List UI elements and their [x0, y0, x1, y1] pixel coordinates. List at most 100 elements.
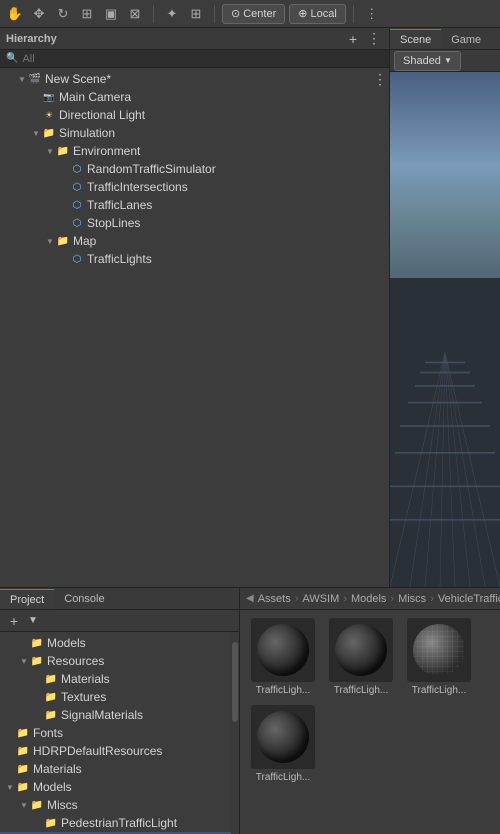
transform-all-icon[interactable]: ⊠	[124, 3, 146, 25]
hierarchy-menu-button[interactable]: ⋮	[365, 30, 383, 47]
fonts-label: Fonts	[33, 726, 63, 740]
project-item-textures[interactable]: 📁 Textures	[0, 688, 231, 706]
asset-breadcrumb: ◀ Assets › AWSIM › Models › Miscs › Vehi…	[240, 588, 500, 610]
rect-tool-icon[interactable]: ▣	[100, 3, 122, 25]
tree-item-main-camera[interactable]: 📷 Main Camera	[0, 88, 389, 106]
tree-arrow-map	[44, 235, 56, 247]
map-icon: 📁	[56, 234, 70, 248]
ptl-icon: 📁	[44, 816, 58, 830]
models-arrow	[4, 781, 16, 793]
asset-item-tl3[interactable]: TrafficLigh...	[404, 618, 474, 697]
sep-1: ›	[295, 593, 299, 605]
grid-icon[interactable]: ⊞	[185, 3, 207, 25]
hierarchy-search-input[interactable]	[22, 53, 383, 65]
textures-arrow	[32, 691, 44, 703]
tree-arrow-simulation	[30, 127, 42, 139]
local-button[interactable]: ⊕ Local	[289, 4, 346, 24]
bottom-section: Project Console + ▼ 📁 Models	[0, 588, 500, 834]
tree-item-traffic-lights[interactable]: ⬡ TrafficLights	[0, 250, 389, 268]
project-item-hdrp[interactable]: 📁 HDRPDefaultResources	[0, 742, 231, 760]
project-scrollbar	[231, 632, 239, 834]
sep-3: ›	[390, 593, 394, 605]
asset-thumb-tl3	[407, 618, 471, 682]
textures-icon: 📁	[44, 690, 58, 704]
tree-item-stop-lines[interactable]: ⬡ StopLines	[0, 214, 389, 232]
project-item-fonts[interactable]: 📁 Fonts	[0, 724, 231, 742]
tree-arrow-rts	[58, 163, 70, 175]
hdrp-arrow	[4, 745, 16, 757]
resources-icon: 📁	[30, 654, 44, 668]
tab-scene[interactable]: Scene	[390, 29, 441, 49]
asset-item-tl4[interactable]: TrafficLigh...	[248, 705, 318, 784]
move-tool-icon[interactable]: ✥	[28, 3, 50, 25]
sphere-mesh-icon-3	[413, 624, 465, 676]
project-arrow-icon: ▼	[26, 615, 40, 626]
materials2-label: Materials	[33, 762, 82, 776]
asset-thumb-tl1	[251, 618, 315, 682]
center-button[interactable]: ⊙ Center	[222, 4, 285, 24]
tree-item-map[interactable]: 📁 Map	[0, 232, 389, 250]
project-item-pedestrian-tl[interactable]: 📁 PedestrianTrafficLight	[0, 814, 231, 832]
tree-item-simulation[interactable]: 📁 Simulation	[0, 124, 389, 142]
asset-thumb-tl2	[329, 618, 393, 682]
hierarchy-header-right: + ⋮	[345, 30, 383, 47]
project-item-models[interactable]: 📁 Models	[0, 778, 231, 796]
tree-item-environment[interactable]: 📁 Environment	[0, 142, 389, 160]
tree-item-traffic-intersections[interactable]: ⬡ TrafficIntersections	[0, 178, 389, 196]
tree-arrow-environment	[44, 145, 56, 157]
shading-button[interactable]: Shaded ▼	[394, 51, 461, 71]
hierarchy-panel: Hierarchy + ⋮ 🔍 🎬 New Scene* ⋮	[0, 28, 390, 587]
project-item-models-root[interactable]: 📁 Models	[0, 634, 231, 652]
ti-label: TrafficIntersections	[87, 180, 188, 194]
project-item-miscs[interactable]: 📁 Miscs	[0, 796, 231, 814]
signal-materials-icon: 📁	[44, 708, 58, 722]
tab-project[interactable]: Project	[0, 589, 54, 609]
signal-materials-arrow	[32, 709, 44, 721]
asset-label-tl4: TrafficLigh...	[248, 772, 318, 784]
project-item-materials[interactable]: 📁 Materials	[0, 670, 231, 688]
light-icon: ☀	[42, 108, 56, 122]
hand-tool-icon[interactable]: ✋	[4, 3, 26, 25]
tab-console[interactable]: Console	[54, 589, 114, 609]
tree-item-traffic-lanes[interactable]: ⬡ TrafficLanes	[0, 196, 389, 214]
simulation-label: Simulation	[59, 126, 115, 140]
project-item-signal-materials[interactable]: 📁 SignalMaterials	[0, 706, 231, 724]
asset-label-tl2: TrafficLigh...	[326, 685, 396, 697]
scene-menu-button[interactable]: ⋮	[371, 71, 389, 88]
project-item-resources[interactable]: 📁 Resources	[0, 652, 231, 670]
breadcrumb-miscs[interactable]: Miscs	[398, 593, 426, 605]
miscs-arrow	[18, 799, 30, 811]
miscs-label: Miscs	[47, 798, 78, 812]
tree-arrow-tlights	[58, 253, 70, 265]
scale-tool-icon[interactable]: ⊞	[76, 3, 98, 25]
project-item-materials2[interactable]: 📁 Materials	[0, 760, 231, 778]
scene-view[interactable]	[390, 72, 500, 587]
tree-item-random-traffic[interactable]: ⬡ RandomTrafficSimulator	[0, 160, 389, 178]
resources-label: Resources	[47, 654, 104, 668]
top-toolbar: ✋ ✥ ↻ ⊞ ▣ ⊠ ✦ ⊞ ⊙ Center ⊕ Local ⋮	[0, 0, 500, 28]
tree-arrow-sl	[58, 217, 70, 229]
custom-tool-icon[interactable]: ✦	[161, 3, 183, 25]
breadcrumb-models[interactable]: Models	[351, 593, 386, 605]
materials2-icon: 📁	[16, 762, 30, 776]
project-toolbar: + ▼	[0, 610, 239, 632]
project-tabs: Project Console	[0, 588, 239, 610]
tree-item-new-scene[interactable]: 🎬 New Scene* ⋮	[0, 70, 389, 88]
asset-item-tl2[interactable]: TrafficLigh...	[326, 618, 396, 697]
breadcrumb-vehicle-traffic[interactable]: VehicleTraffic...	[438, 593, 500, 605]
ptl-arrow	[32, 817, 44, 829]
asset-item-tl1[interactable]: TrafficLigh...	[248, 618, 318, 697]
scene-panel: Scene Game Shaded ▼	[390, 28, 500, 587]
tree-item-directional-light[interactable]: ☀ Directional Light	[0, 106, 389, 124]
breadcrumb-assets[interactable]: Assets	[258, 593, 291, 605]
sl-label: StopLines	[87, 216, 140, 230]
tree-arrow-light	[30, 109, 42, 121]
hierarchy-add-button[interactable]: +	[345, 31, 361, 47]
grid-snap-icon[interactable]: ⋮	[361, 3, 383, 25]
tab-game[interactable]: Game	[441, 29, 491, 49]
project-add-button[interactable]: +	[6, 613, 22, 629]
models-icon: 📁	[16, 780, 30, 794]
breadcrumb-awsim[interactable]: AWSIM	[302, 593, 339, 605]
search-icon: 🔍	[6, 53, 18, 64]
rotate-tool-icon[interactable]: ↻	[52, 3, 74, 25]
